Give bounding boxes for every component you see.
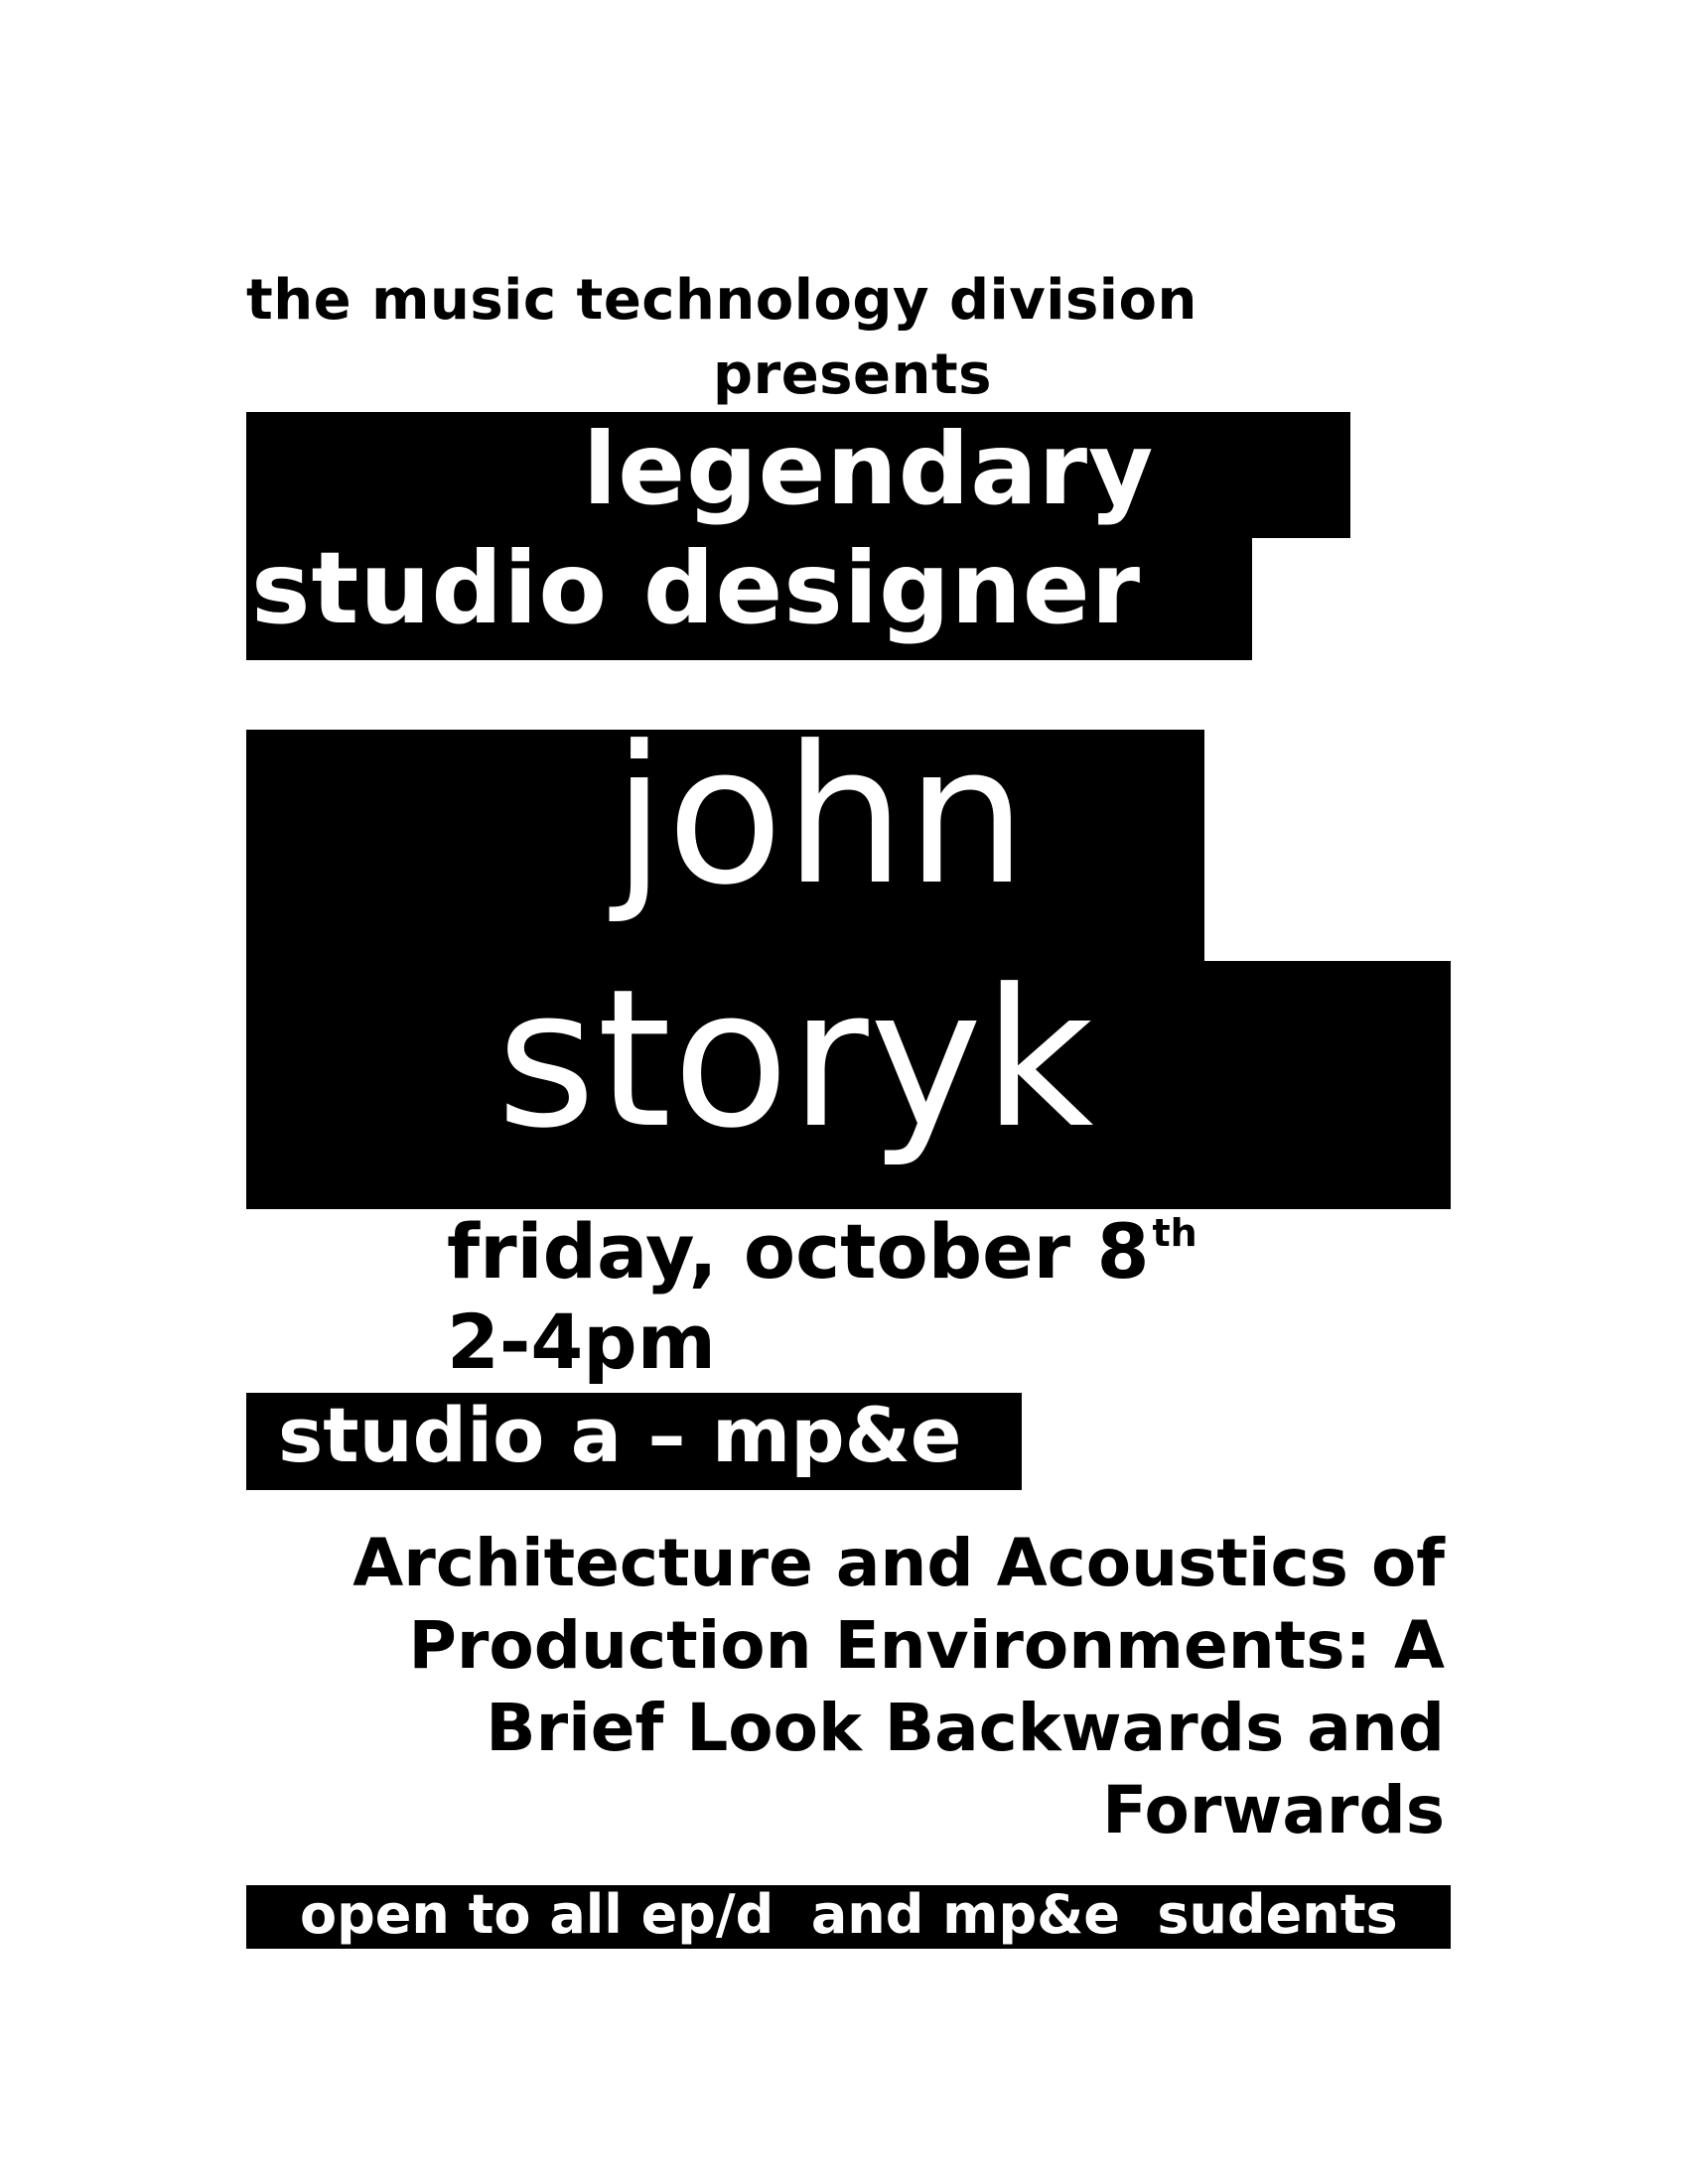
talk-title-line: Production Environments: A: [408, 1607, 1446, 1684]
event-location: studio a – mp&e: [278, 1391, 962, 1479]
talk-title-line: Brief Look Backwards and: [486, 1690, 1445, 1766]
presenter-line: the music technology division: [246, 268, 1197, 333]
event-date: friday, october 8th: [447, 1214, 1197, 1290]
presents-line: presents: [713, 342, 992, 407]
talk-title: Architecture and Acoustics of Production…: [154, 1522, 1445, 1851]
event-time: 2-4pm: [447, 1297, 716, 1386]
talk-title-line: Forwards: [1102, 1772, 1445, 1848]
billing-line-legendary: legendary: [583, 411, 1155, 527]
speaker-first-name: john: [613, 706, 1029, 927]
billing-line-studio-designer: studio designer: [251, 530, 1142, 646]
event-date-text: friday, october 8: [447, 1207, 1150, 1296]
audience-note: open to all ep/d and mp&e sudents: [300, 1883, 1398, 1946]
speaker-last-name: storyk: [496, 949, 1095, 1170]
event-date-suffix: th: [1152, 1211, 1197, 1255]
talk-title-line: Architecture and Acoustics of: [352, 1525, 1445, 1601]
